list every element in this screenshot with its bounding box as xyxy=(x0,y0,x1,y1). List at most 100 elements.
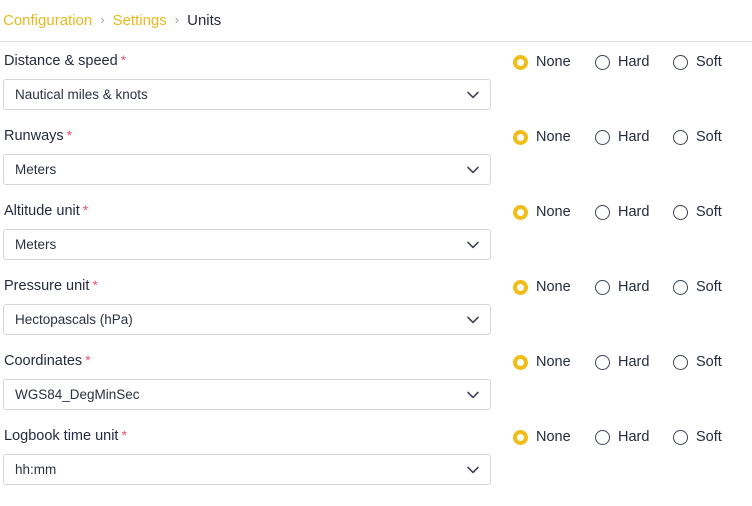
field-altitude-unit: Altitude unit * Meters xyxy=(3,201,491,260)
breadcrumb-item-configuration[interactable]: Configuration xyxy=(3,12,92,29)
select-distance-speed[interactable]: Nautical miles & knots xyxy=(3,79,491,110)
select-value-distance-speed: Nautical miles & knots xyxy=(15,87,148,102)
radio-label-soft: Soft xyxy=(696,129,722,145)
form-row-pressure-unit: Pressure unit * Hectopascals (hPa) None Hard… xyxy=(0,276,752,351)
chevron-down-icon[interactable] xyxy=(467,241,479,249)
radio-selected-icon[interactable] xyxy=(513,354,528,370)
field-coordinates: Coordinates * WGS84_DegMinSec xyxy=(3,351,491,410)
form-row-altitude-unit: Altitude unit * Meters None Hard Soft xyxy=(0,201,752,276)
field-distance-speed: Distance & speed * Nautical miles & knots xyxy=(3,51,491,110)
radio-unselected-icon[interactable] xyxy=(673,129,688,145)
radio-coordinates-none[interactable]: None xyxy=(513,354,573,370)
field-label-text: Runways xyxy=(4,128,64,144)
radio-runways-none[interactable]: None xyxy=(513,129,573,145)
form-row-runways: Runways * Meters None Hard Soft xyxy=(0,126,752,201)
chevron-down-icon[interactable] xyxy=(467,316,479,324)
radio-label-hard: Hard xyxy=(618,429,650,445)
radio-unselected-icon[interactable] xyxy=(673,204,688,220)
chevron-down-icon[interactable] xyxy=(467,166,479,174)
radio-coordinates-hard[interactable]: Hard xyxy=(595,354,651,370)
field-label-logbook-time-unit: Logbook time unit * xyxy=(3,426,491,445)
breadcrumb-separator-icon: › xyxy=(174,12,180,27)
breadcrumb-item-units: Units xyxy=(187,12,222,29)
select-value-logbook-time-unit: hh:mm xyxy=(15,462,57,477)
radio-label-none: None xyxy=(536,354,571,370)
radio-selected-icon[interactable] xyxy=(513,279,528,295)
radio-altitude-unit-none[interactable]: None xyxy=(513,204,573,220)
radio-unselected-icon[interactable] xyxy=(673,354,688,370)
select-value-coordinates: WGS84_DegMinSec xyxy=(15,387,140,402)
radio-label-hard: Hard xyxy=(618,279,650,295)
radio-unselected-icon[interactable] xyxy=(595,354,610,370)
select-value-pressure-unit: Hectopascals (hPa) xyxy=(15,312,133,327)
required-indicator: * xyxy=(121,427,127,443)
select-pressure-unit[interactable]: Hectopascals (hPa) xyxy=(3,304,491,335)
radio-group-logbook-time-unit: None Hard Soft xyxy=(513,429,722,445)
field-label-text: Logbook time unit xyxy=(4,428,119,444)
radio-label-soft: Soft xyxy=(696,279,722,295)
radio-logbook-time-unit-none[interactable]: None xyxy=(513,429,573,445)
radio-selected-icon[interactable] xyxy=(513,129,528,145)
select-logbook-time-unit[interactable]: hh:mm xyxy=(3,454,491,485)
radio-unselected-icon[interactable] xyxy=(595,54,610,70)
radio-distance-speed-soft[interactable]: Soft xyxy=(673,54,722,70)
radio-group-altitude-unit: None Hard Soft xyxy=(513,204,722,220)
form-row-logbook-time-unit: Logbook time unit * hh:mm None Hard Soft xyxy=(0,426,752,501)
radio-pressure-unit-hard[interactable]: Hard xyxy=(595,279,651,295)
chevron-down-icon[interactable] xyxy=(467,391,479,399)
radio-coordinates-soft[interactable]: Soft xyxy=(673,354,722,370)
radio-selected-icon[interactable] xyxy=(513,429,528,445)
radio-label-hard: Hard xyxy=(618,129,650,145)
radio-label-soft: Soft xyxy=(696,54,722,70)
radio-label-none: None xyxy=(536,129,571,145)
radio-label-soft: Soft xyxy=(696,354,722,370)
required-indicator: * xyxy=(92,277,98,293)
required-indicator: * xyxy=(120,52,127,68)
radio-unselected-icon[interactable] xyxy=(595,129,610,145)
radio-runways-soft[interactable]: Soft xyxy=(673,129,722,145)
field-label-distance-speed: Distance & speed * xyxy=(3,51,491,70)
radio-selected-icon[interactable] xyxy=(513,54,528,70)
field-label-text: Altitude unit xyxy=(4,203,80,219)
select-runways[interactable]: Meters xyxy=(3,154,491,185)
radio-group-coordinates: None Hard Soft xyxy=(513,354,722,370)
select-coordinates[interactable]: WGS84_DegMinSec xyxy=(3,379,491,410)
radio-altitude-unit-soft[interactable]: Soft xyxy=(673,204,722,220)
radio-label-hard: Hard xyxy=(618,54,650,70)
field-pressure-unit: Pressure unit * Hectopascals (hPa) xyxy=(3,276,491,335)
field-label-text: Coordinates xyxy=(4,353,83,369)
radio-unselected-icon[interactable] xyxy=(595,429,610,445)
radio-pressure-unit-none[interactable]: None xyxy=(513,279,573,295)
radio-pressure-unit-soft[interactable]: Soft xyxy=(673,279,722,295)
radio-label-none: None xyxy=(536,279,571,295)
radio-selected-icon[interactable] xyxy=(513,204,528,220)
radio-label-none: None xyxy=(536,204,571,220)
select-altitude-unit[interactable]: Meters xyxy=(3,229,491,260)
radio-unselected-icon[interactable] xyxy=(595,279,610,295)
radio-unselected-icon[interactable] xyxy=(595,204,610,220)
chevron-down-icon[interactable] xyxy=(467,91,479,99)
breadcrumb-separator-icon: › xyxy=(100,12,105,27)
radio-unselected-icon[interactable] xyxy=(673,54,688,70)
radio-distance-speed-none[interactable]: None xyxy=(513,54,573,70)
radio-logbook-time-unit-soft[interactable]: Soft xyxy=(673,429,722,445)
radio-group-pressure-unit: None Hard Soft xyxy=(513,279,722,295)
required-indicator: * xyxy=(66,127,73,143)
field-label-pressure-unit: Pressure unit * xyxy=(3,276,491,295)
radio-label-soft: Soft xyxy=(696,204,722,220)
radio-runways-hard[interactable]: Hard xyxy=(595,129,651,145)
radio-logbook-time-unit-hard[interactable]: Hard xyxy=(595,429,651,445)
radio-label-hard: Hard xyxy=(618,354,650,370)
radio-distance-speed-hard[interactable]: Hard xyxy=(595,54,651,70)
radio-unselected-icon[interactable] xyxy=(673,279,688,295)
breadcrumb-item-settings[interactable]: Settings xyxy=(113,12,167,29)
radio-unselected-icon[interactable] xyxy=(673,429,688,445)
radio-altitude-unit-hard[interactable]: Hard xyxy=(595,204,651,220)
field-label-text: Distance & speed xyxy=(4,53,118,69)
chevron-down-icon[interactable] xyxy=(467,466,479,474)
form-row-distance-speed: Distance & speed * Nautical miles & knots N… xyxy=(0,51,752,126)
field-label-text: Pressure unit xyxy=(4,278,90,294)
radio-group-distance-speed: None Hard Soft xyxy=(513,54,722,70)
field-logbook-time-unit: Logbook time unit * hh:mm xyxy=(3,426,491,485)
field-label-coordinates: Coordinates * xyxy=(3,351,491,370)
